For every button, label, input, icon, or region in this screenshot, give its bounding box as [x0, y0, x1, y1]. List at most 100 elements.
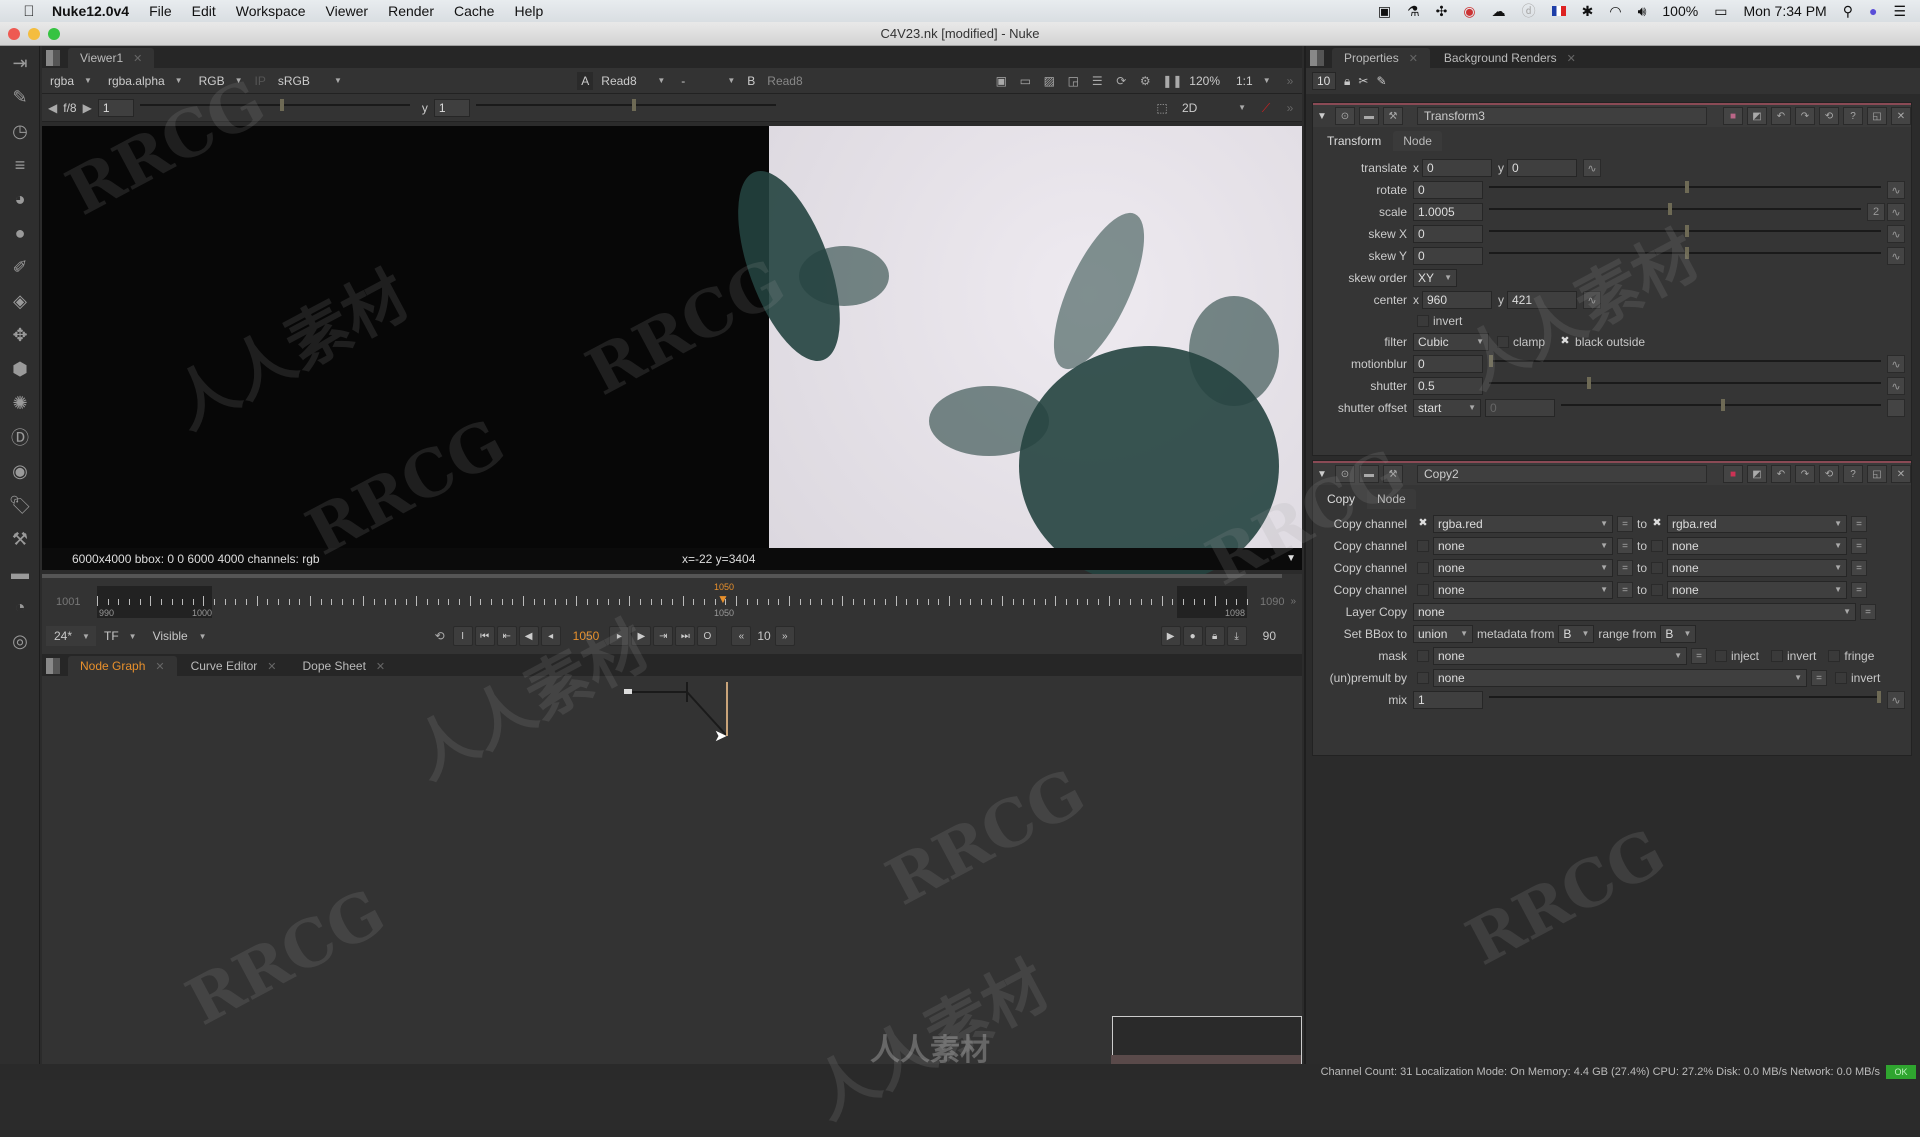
gamma-slider[interactable] [475, 98, 776, 117]
link-button[interactable]: = [1851, 516, 1868, 532]
merge-icon[interactable]: ◈ [0, 284, 40, 318]
ok-badge[interactable]: OK [1886, 1065, 1916, 1079]
proxy-icon[interactable]: ◲ [1066, 75, 1080, 87]
timeframe-dropdown[interactable]: TF ▼ [96, 626, 145, 646]
furnace-icon[interactable]: ◔ [0, 590, 40, 624]
copy-channel-to-dropdown[interactable]: none ▼ [1667, 559, 1848, 577]
gpu-icon[interactable]: ⚙ [1138, 75, 1152, 87]
invert-checkbox[interactable] [1417, 315, 1429, 327]
more-options-icon[interactable]: » [1283, 75, 1297, 87]
motionblur-input[interactable]: 0 [1413, 355, 1483, 373]
record-button[interactable]: ● [1182, 626, 1203, 646]
shutter-offset-slider[interactable] [1561, 399, 1881, 417]
deep-icon[interactable]: Ⓓ [0, 420, 40, 454]
playback-mode-icon[interactable]: ⟲ [435, 629, 445, 643]
copy-channel-to-checkbox[interactable]: ✖ [1651, 518, 1663, 530]
roi-icon[interactable]: ▣ [994, 75, 1008, 87]
node-graph-canvas[interactable]: ➤ [42, 676, 1302, 1065]
menu-help[interactable]: Help [514, 3, 543, 19]
help-icon[interactable]: ? [1843, 107, 1863, 125]
undo-icon[interactable]: ↶ [1771, 465, 1791, 483]
copy-channel-from-checkbox[interactable] [1417, 562, 1429, 574]
copy-channel-from-dropdown[interactable]: none ▼ [1433, 537, 1613, 555]
tab-viewer1[interactable]: Viewer1 ✕ [68, 48, 155, 68]
node-name-input[interactable]: Copy2 [1417, 465, 1707, 483]
display-channels-dropdown[interactable]: RGB ▼ [191, 71, 251, 91]
revert-icon[interactable]: ⟲ [1819, 465, 1839, 483]
tab-dope-sheet[interactable]: Dope Sheet ✕ [290, 656, 398, 676]
out-frame[interactable]: 1090 [1260, 596, 1284, 608]
premult-dropdown[interactable]: none ▼ [1433, 669, 1807, 687]
copy-channel-to-dropdown[interactable]: none ▼ [1667, 581, 1848, 599]
translate-y-input[interactable]: 0 [1507, 159, 1577, 177]
copy-channel-to-dropdown[interactable]: none ▼ [1667, 537, 1848, 555]
minimize-window-button[interactable] [28, 28, 40, 40]
mask-invert-checkbox[interactable] [1771, 650, 1784, 662]
tab-transform[interactable]: Transform [1317, 131, 1392, 151]
animation-icon[interactable]: ∿ [1583, 159, 1601, 177]
set-out-point-button[interactable]: O [697, 626, 718, 646]
close-tab-icon[interactable]: ✕ [267, 660, 276, 673]
center-node-icon[interactable]: ⊙ [1335, 107, 1355, 125]
screen-record-icon[interactable]: ▣ [1378, 3, 1391, 20]
link-button[interactable]: = [1617, 582, 1633, 598]
set-in-point-button[interactable]: I [452, 626, 473, 646]
frame-step-input[interactable]: 10 [753, 629, 774, 643]
link-button[interactable]: = [1811, 670, 1827, 686]
shutter-offset-dropdown[interactable]: start ▼ [1413, 399, 1481, 417]
prev-frame-button[interactable]: ◂ [540, 626, 561, 646]
skew-x-slider[interactable] [1489, 225, 1881, 243]
close-tab-icon[interactable]: ✕ [133, 52, 142, 65]
keyer-icon[interactable]: ✐ [0, 250, 40, 284]
play-forward-button[interactable]: ▶ [631, 626, 652, 646]
copy-channel-to-checkbox[interactable] [1651, 562, 1664, 574]
menu-render[interactable]: Render [388, 3, 434, 19]
clipping-warning-icon[interactable]: ▨ [1042, 75, 1056, 87]
range-from-dropdown[interactable]: B ▼ [1660, 625, 1697, 643]
help-icon[interactable]: ? [1843, 465, 1863, 483]
pane-menu-icon[interactable] [46, 658, 60, 674]
animation-icon[interactable]: ∿ [1583, 291, 1601, 309]
creative-cloud-icon[interactable]: ◉ [1463, 3, 1475, 20]
tab-node-graph[interactable]: Node Graph ✕ [68, 656, 177, 676]
shutter-input[interactable]: 0.5 [1413, 377, 1483, 395]
wrench-icon[interactable]: ⚒ [1383, 107, 1403, 125]
fstop-label[interactable]: f/8 [63, 101, 76, 115]
copy-channel-from-dropdown[interactable]: none ▼ [1433, 559, 1613, 577]
prev-keyframe-button[interactable]: ⇤ [496, 626, 517, 646]
copy-channel-from-dropdown[interactable]: rgba.red ▼ [1433, 515, 1613, 533]
tab-copy[interactable]: Copy [1317, 489, 1366, 509]
shutter-slider[interactable] [1489, 377, 1881, 395]
mix-input[interactable]: 1 [1413, 691, 1483, 709]
dashlane-icon[interactable]: ⓓ [1522, 1, 1536, 21]
alpha-channel-dropdown[interactable]: rgba.alpha ▼ [100, 71, 191, 91]
playhead-marker[interactable]: ▼ [717, 592, 729, 606]
next-frame-button[interactable]: ▸ [609, 626, 630, 646]
mask-dropdown[interactable]: none ▼ [1433, 647, 1687, 665]
close-window-button[interactable] [8, 28, 20, 40]
bbox-dropdown[interactable]: union ▼ [1413, 625, 1473, 643]
battery-icon[interactable]: ▭ [1714, 3, 1727, 20]
gain-slider[interactable] [139, 98, 410, 117]
fstop-prev-icon[interactable]: ◀ [42, 101, 63, 115]
first-frame-button[interactable]: ⏮ [474, 626, 495, 646]
link-button[interactable]: = [1691, 648, 1707, 664]
link-button[interactable]: = [1851, 582, 1868, 598]
visible-range-dropdown[interactable]: Visible ▼ [145, 626, 215, 646]
metadata-from-dropdown[interactable]: B ▼ [1558, 625, 1595, 643]
gain-input[interactable]: 1 [97, 98, 134, 117]
menu-viewer[interactable]: Viewer [326, 3, 369, 19]
skew-x-input[interactable]: 0 [1413, 225, 1483, 243]
clear-panels-icon[interactable]: ✂ [1358, 74, 1368, 88]
apple-icon[interactable]:  [20, 3, 38, 20]
roi-select-icon[interactable]: ⬚ [1155, 102, 1169, 114]
input-icon[interactable]: ▬ [1359, 107, 1379, 125]
gl-color-icon[interactable]: ◩ [1747, 465, 1767, 483]
menu-cache[interactable]: Cache [454, 3, 494, 19]
mask-checkbox[interactable] [1417, 650, 1429, 662]
fps-dropdown[interactable]: 24* ▼ [46, 626, 96, 646]
skew-y-input[interactable]: 0 [1413, 247, 1483, 265]
info-menu-icon[interactable]: ▼ [1286, 548, 1296, 570]
metadata-icon[interactable]: 🏷︎ [0, 488, 40, 522]
wrench-icon[interactable]: ⚒ [1383, 465, 1403, 483]
